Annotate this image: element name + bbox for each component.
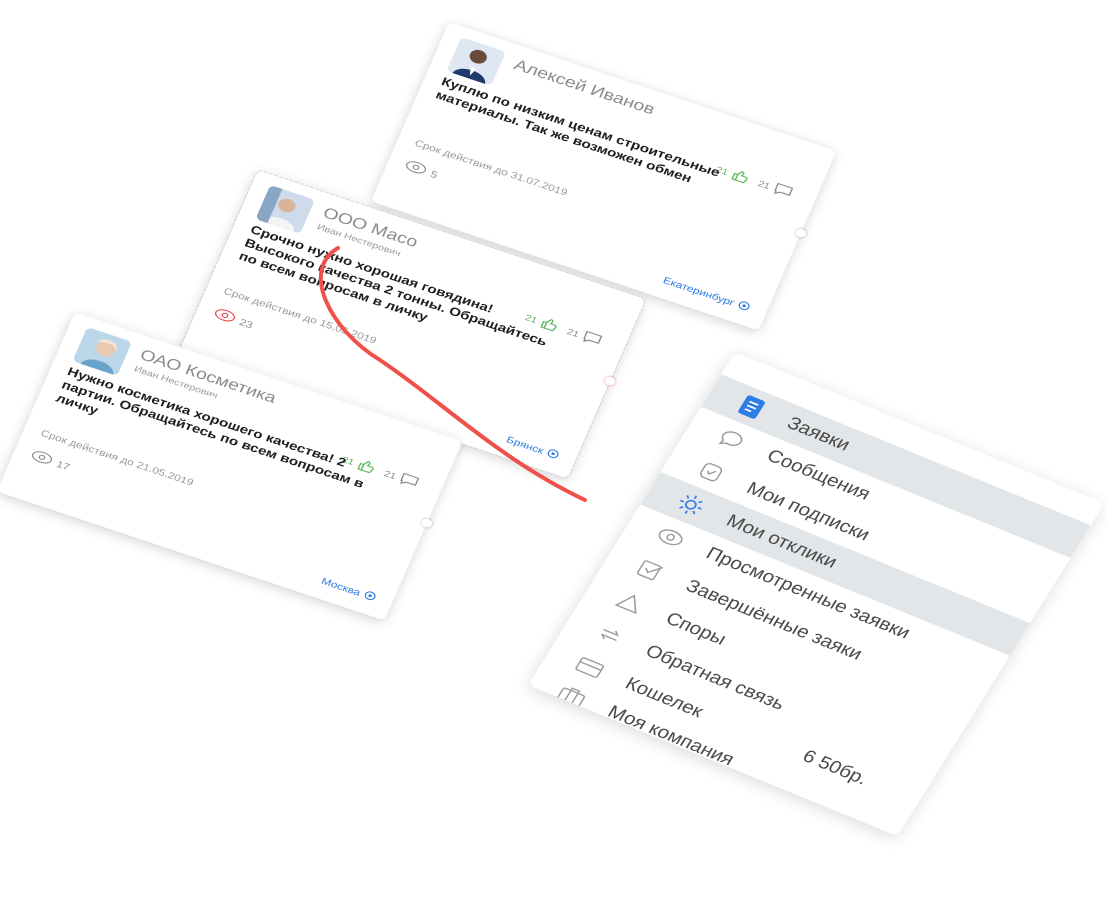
- connector-line: [318, 246, 587, 502]
- illustration-stage: Алексей Иванов 21 21 Куплю по низким цен…: [0, 0, 1107, 919]
